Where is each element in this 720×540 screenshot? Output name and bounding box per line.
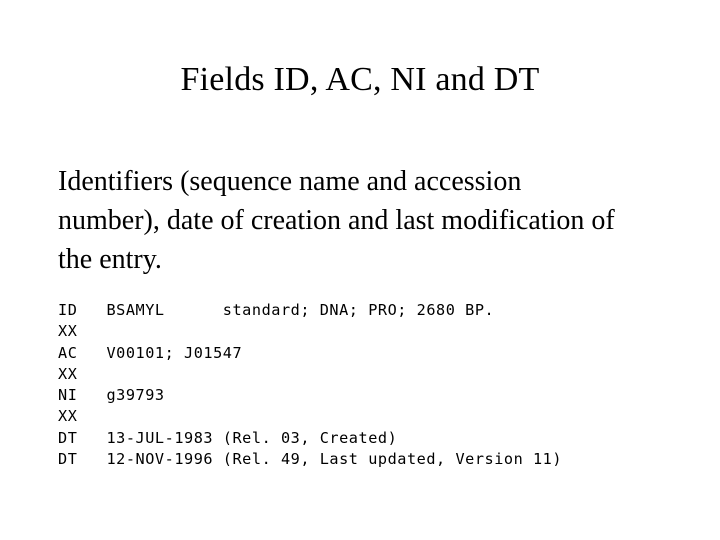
record-line-xx-2: XX: [58, 364, 78, 383]
body-paragraph: Identifiers (sequence name and accession…: [58, 166, 615, 275]
page-title: Fields ID, AC, NI and DT: [180, 61, 540, 98]
record-line-ac: AC V00101; J01547: [58, 343, 243, 362]
record-line-id: ID BSAMYL standard; DNA; PRO; 2680 BP.: [58, 301, 495, 319]
record-line-xx-3: XX: [58, 407, 78, 426]
record-line-xx-1: XX: [58, 322, 78, 341]
record-line-dt-updated: DT 12-NOV-1996 (Rel. 49, Last updated, V…: [58, 450, 563, 469]
embl-record-block: ID BSAMYL standard; DNA; PRO; 2680 BP. XX…: [58, 300, 562, 470]
record-line-ni: NI g39793: [58, 386, 165, 405]
slide: Fields ID, AC, NI and DT Identifiers (se…: [0, 0, 720, 540]
record-line-dt-created: DT 13-JUL-1983 (Rel. 03, Created): [58, 428, 398, 447]
slide-body: Identifiers (sequence name and accession…: [58, 162, 618, 279]
